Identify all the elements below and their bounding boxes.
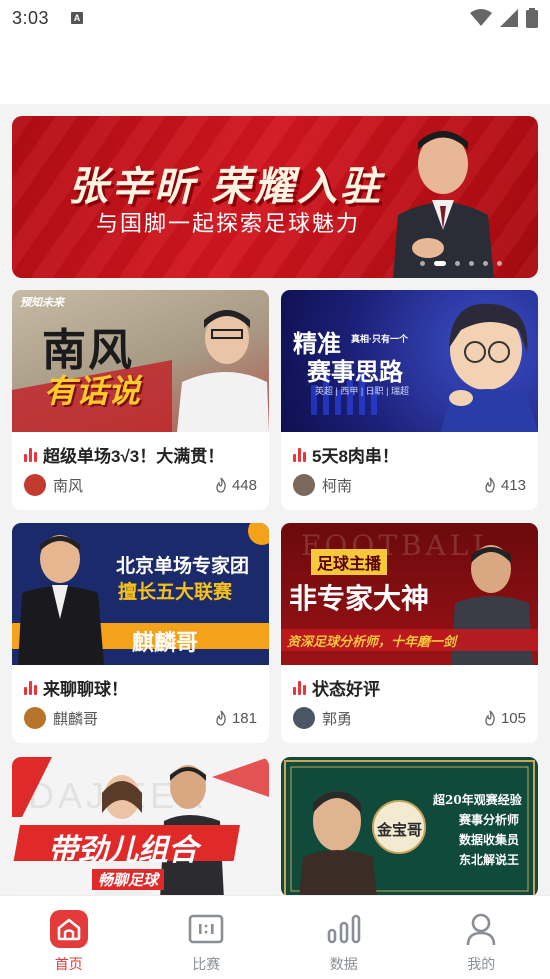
expert-card[interactable]: 预知未来 南风 有话说 超级单场3√3！大满贯！ 南风 448 <box>12 290 269 510</box>
banner-title: 张辛昕 荣耀入驻 <box>68 165 384 209</box>
wifi-icon <box>470 9 492 26</box>
card-title: 来聊聊球！ <box>43 680 128 699</box>
cover-name: 金宝哥 <box>377 821 423 839</box>
cover-title: 北京单场专家团 <box>116 556 250 577</box>
tab-home[interactable]: 首页 <box>0 896 138 979</box>
cover-subtitle: 擅长五大联赛 <box>118 582 233 603</box>
tab-label: 我的 <box>467 956 496 972</box>
likes-count: 448 <box>213 477 257 494</box>
card-meta: 麒麟哥 181 <box>24 707 257 729</box>
notification-icon: A <box>71 12 84 24</box>
bar-chart-icon <box>325 910 363 948</box>
sound-bars-icon <box>24 447 37 462</box>
tab-matches[interactable]: 比赛 <box>138 896 276 979</box>
cover-title: 带劲儿组合 <box>48 834 198 867</box>
sound-bars-icon <box>293 447 306 462</box>
cover-line: 东北解说王 <box>459 853 520 867</box>
expert-card[interactable]: FOOTBALL 足球主播 非专家大神 资深足球分析师，十年磨一剑 状态好评 郭… <box>281 523 538 743</box>
cover-tag: 预知未来 <box>20 297 64 309</box>
status-right <box>470 8 538 28</box>
banner-person-image <box>393 131 494 278</box>
author-name: 柯南 <box>322 477 353 495</box>
likes-value: 413 <box>500 476 526 494</box>
likes-count: 181 <box>213 710 257 727</box>
tab-label: 比赛 <box>192 956 221 972</box>
expert-card[interactable]: 北京单场专家团 擅长五大联赛 麒麟哥 来聊聊球！ 麒麟哥 181 <box>12 523 269 743</box>
avatar <box>24 707 46 729</box>
cover-subtitle: 有话说 <box>44 373 141 409</box>
signal-icon <box>500 9 518 27</box>
tab-label: 数据 <box>329 956 358 972</box>
cover-line: 赛事分析师 <box>459 813 520 827</box>
author-name: 麒麟哥 <box>53 710 99 728</box>
likes-count: 413 <box>482 477 526 494</box>
card-cover-image: 金宝哥 超20年观赛经验 赛事分析师 数据收集员 东北解说王 <box>281 757 538 897</box>
card-title-row: 5天8肉串！ <box>293 442 399 467</box>
battery-icon <box>526 8 538 28</box>
banner-subtitle: 与国脚一起探索足球魅力 <box>96 211 361 236</box>
expert-card[interactable]: 金宝哥 超20年观赛经验 赛事分析师 数据收集员 东北解说王 <box>281 757 538 897</box>
scoreboard-icon <box>187 910 225 948</box>
cover-line: 数据收集员 <box>459 833 520 847</box>
flame-icon <box>216 477 226 493</box>
card-title-row: 来聊聊球！ <box>24 675 128 700</box>
header-area <box>0 36 550 104</box>
bottom-nav: 首页 比赛 数据 我的 <box>0 895 550 979</box>
user-icon <box>462 910 500 948</box>
cover-title: 非专家大神 <box>289 583 430 614</box>
likes-value: 448 <box>231 476 257 494</box>
banner-pagination <box>420 261 502 266</box>
card-title-row: 超级单场3√3！大满贯！ <box>24 442 224 467</box>
likes-value: 105 <box>500 709 526 727</box>
cover-line: 超20年观赛经验 <box>433 793 522 807</box>
cover-name: 麒麟哥 <box>132 630 199 655</box>
author-name: 南风 <box>53 477 84 495</box>
tab-data[interactable]: 数据 <box>275 896 413 979</box>
cover-caption: 英超 | 西甲 | 日职 | 瑞超 <box>315 386 410 396</box>
sound-bars-icon <box>24 680 37 695</box>
flame-icon <box>216 710 226 726</box>
card-meta: 郭勇 105 <box>293 707 526 729</box>
card-title-row: 状态好评 <box>293 675 380 700</box>
card-meta: 南风 448 <box>24 474 257 496</box>
tab-label: 首页 <box>54 956 83 972</box>
pager-dot[interactable] <box>483 261 488 266</box>
pager-dot[interactable] <box>497 261 502 266</box>
flame-icon <box>485 477 495 493</box>
cover-subtitle: 资深足球分析师，十年磨一剑 <box>287 635 457 650</box>
home-icon <box>49 910 88 948</box>
avatar <box>24 474 46 496</box>
pager-dot[interactable] <box>455 261 460 266</box>
card-title: 5天8肉串！ <box>312 447 399 466</box>
flame-icon <box>485 710 495 726</box>
cover-subtitle: 赛事思路 <box>307 359 403 386</box>
pager-dot[interactable] <box>420 261 425 266</box>
card-cover-image: 精准 真相·只有一个 赛事思路 英超 | 西甲 | 日职 | 瑞超 <box>281 290 538 432</box>
card-cover-image: FOOTBALL 足球主播 非专家大神 资深足球分析师，十年磨一剑 <box>281 523 538 665</box>
card-cover-image: 预知未来 南风 有话说 <box>12 290 269 432</box>
card-meta: 柯南 413 <box>293 474 526 496</box>
card-title: 状态好评 <box>312 680 380 699</box>
tab-profile[interactable]: 我的 <box>413 896 550 979</box>
card-title: 超级单场3√3！大满贯！ <box>43 447 225 466</box>
avatar <box>293 707 315 729</box>
status-bar: 3:03 A <box>0 0 550 36</box>
cover-small-text: 真相·只有一个 <box>351 334 408 344</box>
status-time: 3:03 <box>12 7 50 28</box>
pager-dot[interactable] <box>469 261 474 266</box>
expert-card[interactable]: 精准 真相·只有一个 赛事思路 英超 | 西甲 | 日职 | 瑞超 5天8肉串！… <box>281 290 538 510</box>
card-cover-image: DAJIEER 带劲儿组合 畅聊足球 <box>12 757 269 897</box>
expert-card[interactable]: DAJIEER 带劲儿组合 畅聊足球 <box>12 757 269 897</box>
cover-subtitle: 畅聊足球 <box>92 869 165 890</box>
author-name: 郭勇 <box>322 710 353 728</box>
promo-banner[interactable]: 张辛昕 荣耀入驻 与国脚一起探索足球魅力 <box>12 116 538 278</box>
likes-count: 105 <box>482 710 526 727</box>
card-cover-image: 北京单场专家团 擅长五大联赛 麒麟哥 <box>12 523 269 665</box>
sound-bars-icon <box>293 680 306 695</box>
avatar <box>293 474 315 496</box>
cover-tag: 足球主播 <box>311 549 388 575</box>
pager-dot-active[interactable] <box>434 261 446 266</box>
likes-value: 181 <box>231 709 257 727</box>
